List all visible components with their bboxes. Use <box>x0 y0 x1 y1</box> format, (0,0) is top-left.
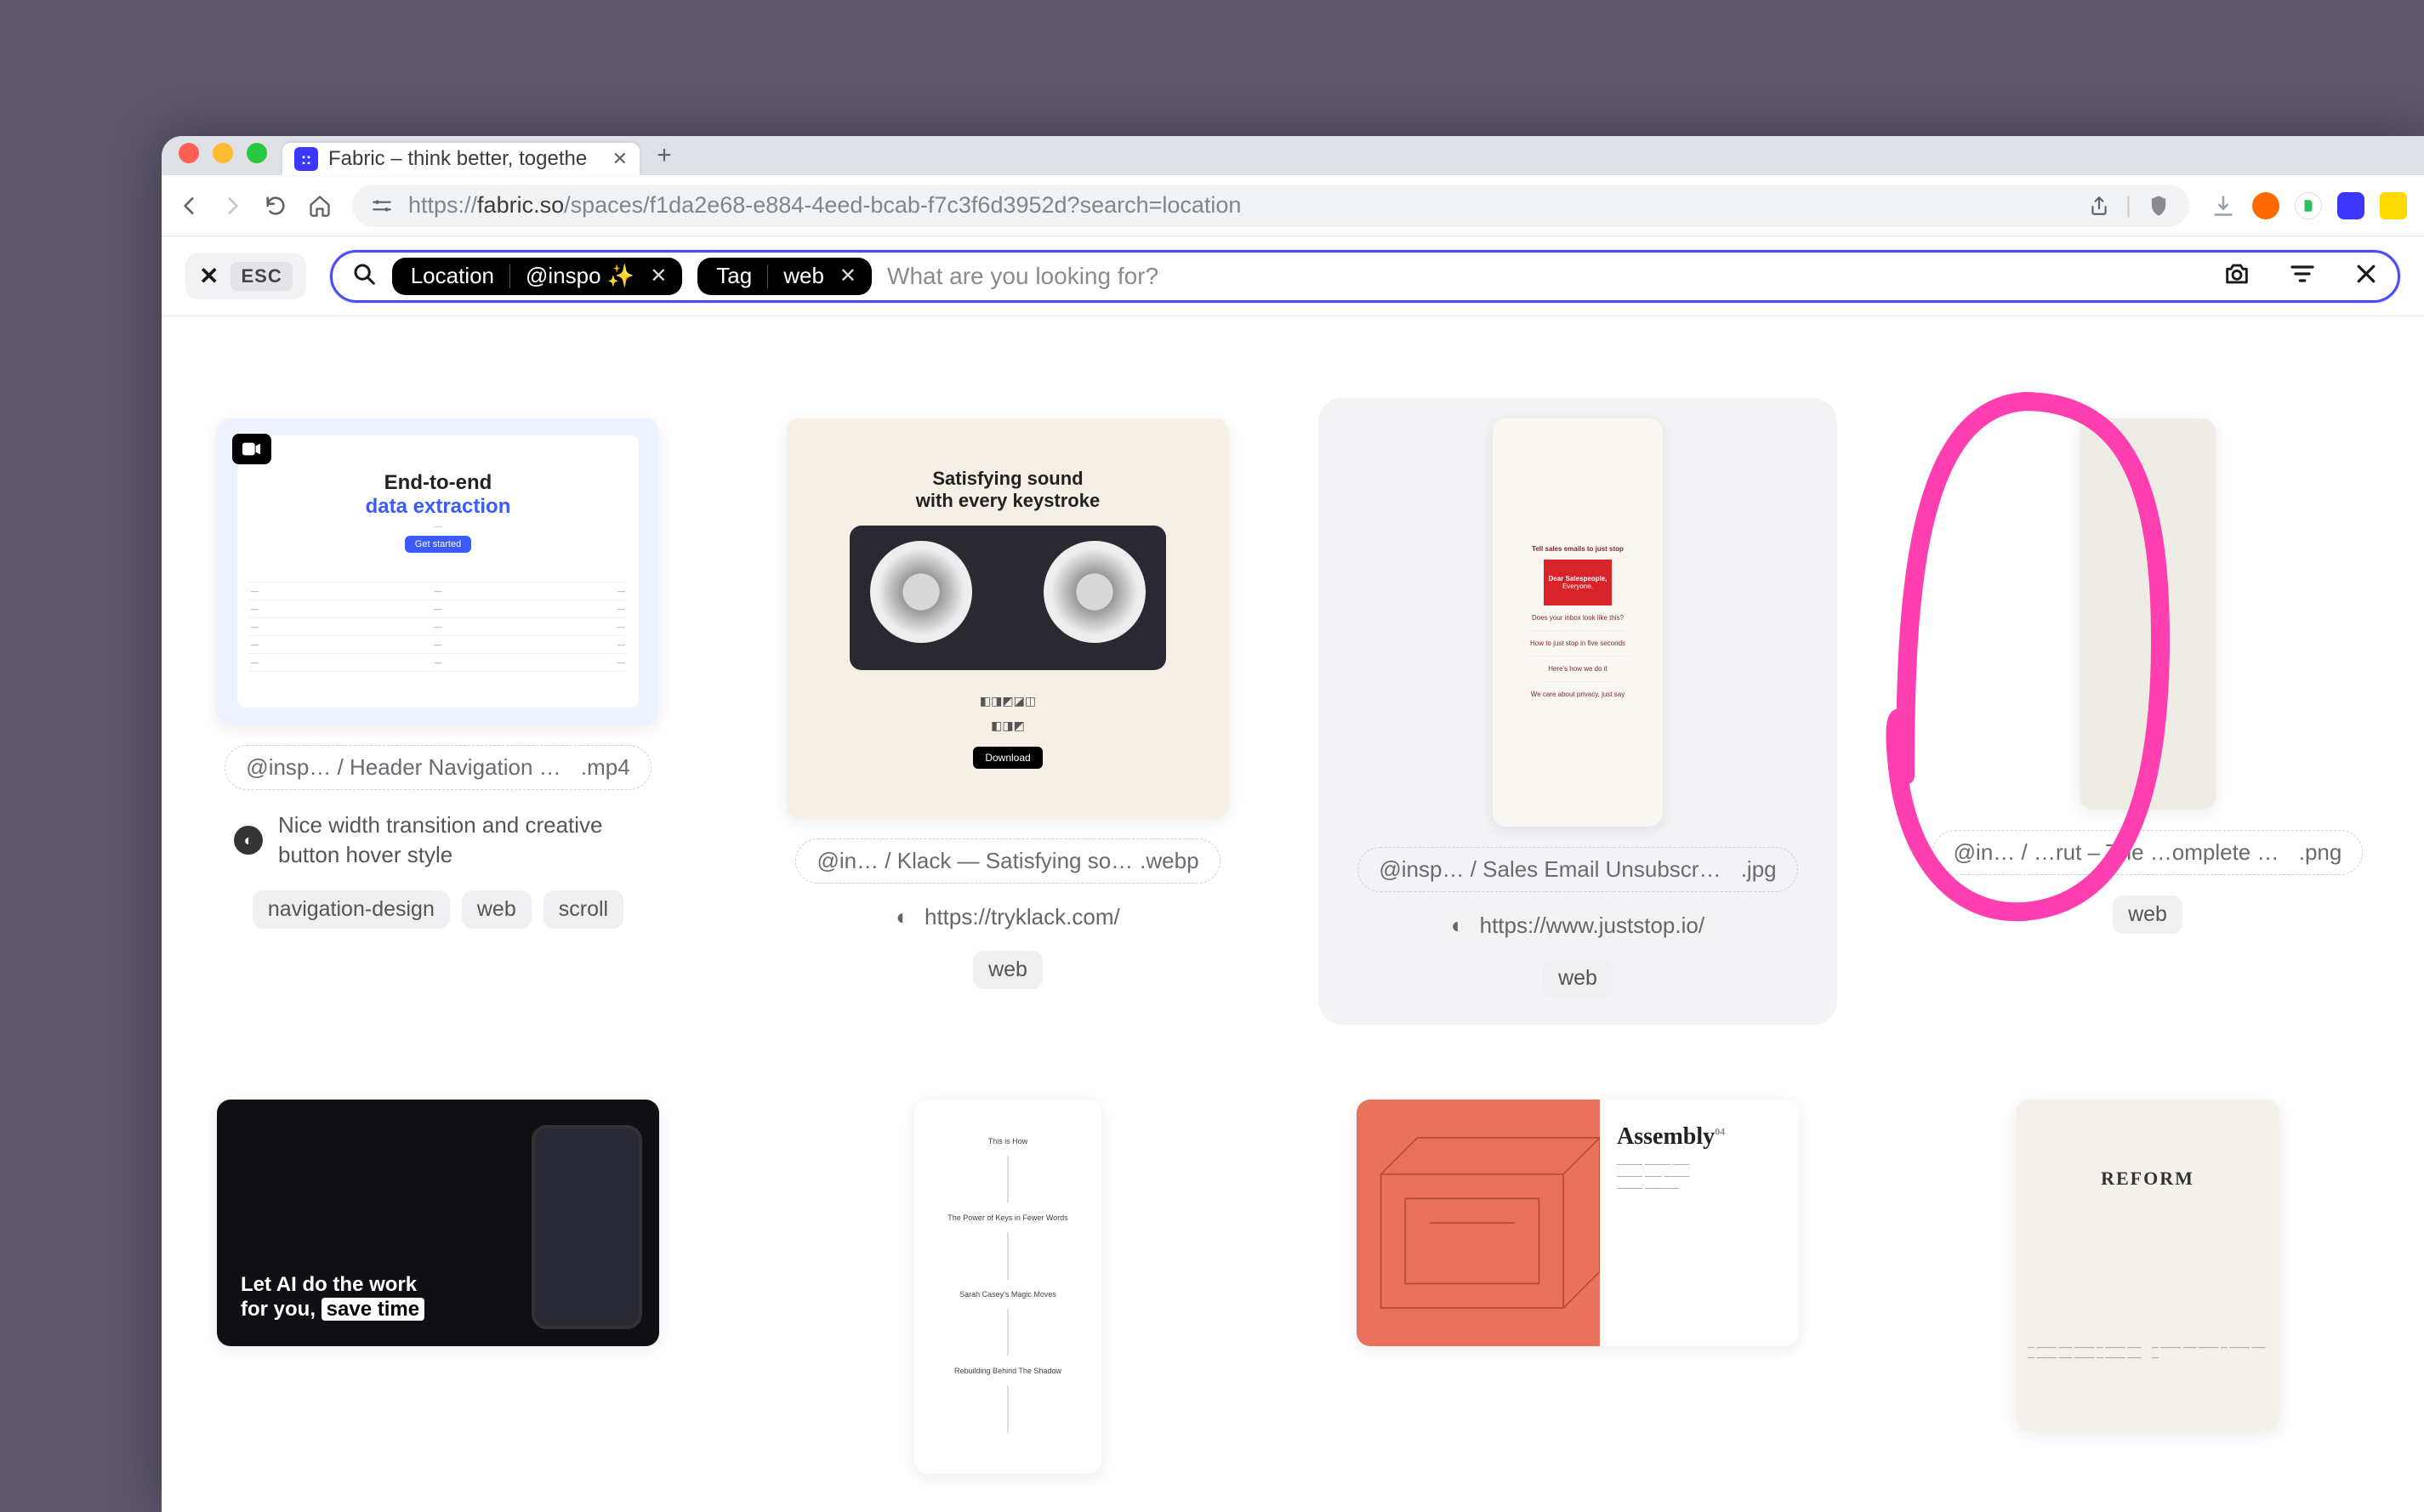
forward-button[interactable] <box>221 195 243 217</box>
close-icon: ✕ <box>199 262 219 290</box>
results-grid: End-to-end data extraction — Get started… <box>162 316 2424 1508</box>
result-card[interactable]: This is How The Power of Keys in Fewer W… <box>782 1100 1233 1474</box>
url-text: https://fabric.so/spaces/f1da2e68-e884-4… <box>408 192 2073 219</box>
tab-favicon: :: <box>294 147 318 171</box>
tag-chip[interactable]: web <box>462 890 532 929</box>
new-tab-button[interactable]: + <box>648 139 680 172</box>
chip-value: @inspo ✨ <box>522 263 638 289</box>
avatar: ◐ <box>234 826 263 855</box>
result-breadcrumb: @in… / …rut – The …omplete … .png <box>1932 830 2364 875</box>
tab-title: Fabric – think better, togethe <box>328 147 602 171</box>
filter-chip-tag[interactable]: Tag web ✕ <box>697 258 872 295</box>
close-window-button[interactable] <box>179 143 199 163</box>
tag-chip[interactable]: web <box>1543 959 1613 998</box>
result-thumbnail <box>2080 418 2216 810</box>
tag-chip[interactable]: web <box>2113 895 2182 934</box>
result-link[interactable]: ◐ https://tryklack.com/ <box>896 904 1119 930</box>
result-tags: web <box>2113 895 2182 934</box>
result-card[interactable]: Assembly04 ——— ——— ————— —— —————— ———— <box>1352 1100 1803 1474</box>
result-thumbnail: End-to-end data extraction — Get started… <box>217 418 659 725</box>
extensions-row <box>2210 192 2407 219</box>
result-thumbnail: This is How The Power of Keys in Fewer W… <box>914 1100 1101 1474</box>
result-tags: web <box>1543 959 1613 998</box>
result-tags: navigation-design web scroll <box>253 890 623 929</box>
brave-shield-icon[interactable] <box>2147 194 2171 218</box>
avatar: ◐ <box>896 904 909 930</box>
result-card[interactable]: Let AI do the workfor you, save time <box>213 1100 663 1474</box>
search-icon <box>351 261 377 291</box>
browser-toolbar: https://fabric.so/spaces/f1da2e68-e884-4… <box>162 175 2424 236</box>
browser-window: :: Fabric – think better, togethe ✕ + ht… <box>162 136 2424 1512</box>
share-icon[interactable] <box>2088 195 2110 217</box>
result-card-selected[interactable]: Tell sales emails to just stop Dear Sale… <box>1352 418 1803 998</box>
esc-key-label: ESC <box>230 262 292 291</box>
avatar: ◐ <box>1451 912 1465 939</box>
tag-chip[interactable]: web <box>973 951 1043 989</box>
home-button[interactable] <box>308 194 332 218</box>
result-card[interactable]: @in… / …rut – The …omplete … .png web <box>1922 418 2373 998</box>
browser-tab-active[interactable]: :: Fabric – think better, togethe ✕ <box>282 143 640 175</box>
close-search-button[interactable]: ✕ ESC <box>185 253 306 299</box>
result-thumbnail: REFORM — ——— —— ——— — ——— —— — ——— —— ——… <box>2016 1100 2279 1431</box>
address-bar[interactable]: https://fabric.so/spaces/f1da2e68-e884-4… <box>352 185 2189 227</box>
window-controls <box>175 136 274 175</box>
tag-chip[interactable]: scroll <box>543 890 623 929</box>
result-thumbnail: Satisfying soundwith every keystroke ◧◨◩… <box>787 418 1229 818</box>
result-link[interactable]: ◐ https://www.juststop.io/ <box>1451 912 1704 939</box>
video-badge-icon <box>232 434 271 464</box>
filter-chip-location[interactable]: Location @inspo ✨ ✕ <box>392 258 683 295</box>
search-bar: ✕ ESC Location @inspo ✨ ✕ Tag web ✕ <box>162 236 2424 316</box>
result-thumbnail: Assembly04 ——— ——— ————— —— —————— ———— <box>1357 1100 1799 1346</box>
site-settings-icon[interactable] <box>371 195 393 217</box>
extension-evernote-icon[interactable] <box>2295 192 2322 219</box>
back-button[interactable] <box>179 195 201 217</box>
chip-remove-icon[interactable]: ✕ <box>650 264 667 288</box>
result-breadcrumb: @insp… / Header Navigation … .mp4 <box>225 745 651 790</box>
minimize-window-button[interactable] <box>213 143 233 163</box>
result-description: ◐ Nice width transition and creative but… <box>234 810 642 870</box>
filter-icon[interactable] <box>2289 260 2316 292</box>
tab-strip: :: Fabric – think better, togethe ✕ + <box>162 136 2424 175</box>
chip-remove-icon[interactable]: ✕ <box>839 264 856 288</box>
search-input[interactable] <box>887 263 2199 290</box>
tag-chip[interactable]: navigation-design <box>253 890 450 929</box>
result-breadcrumb: @in… / Klack — Satisfying so….webp <box>795 838 1220 884</box>
result-tags: web <box>973 951 1043 989</box>
result-thumbnail: Let AI do the workfor you, save time <box>217 1100 659 1346</box>
maximize-window-button[interactable] <box>247 143 267 163</box>
camera-search-icon[interactable] <box>2222 259 2251 293</box>
result-card[interactable]: REFORM — ——— —— ——— — ——— —— — ——— —— ——… <box>1922 1100 2373 1474</box>
extension-yellow-icon[interactable] <box>2380 192 2407 219</box>
reload-button[interactable] <box>264 194 287 218</box>
result-card[interactable]: Satisfying soundwith every keystroke ◧◨◩… <box>782 418 1233 998</box>
search-box[interactable]: Location @inspo ✨ ✕ Tag web ✕ <box>330 250 2400 303</box>
chip-key: Location <box>407 263 498 289</box>
result-card[interactable]: End-to-end data extraction — Get started… <box>213 418 663 998</box>
clear-search-icon[interactable] <box>2353 261 2379 291</box>
extension-fabric-icon[interactable] <box>2337 192 2364 219</box>
result-breadcrumb: @insp… / Sales Email Unsubscr… .jpg <box>1357 847 1797 892</box>
chip-key: Tag <box>713 263 755 289</box>
extension-orange-icon[interactable] <box>2252 192 2279 219</box>
extension-download-icon[interactable] <box>2210 192 2237 219</box>
chip-value: web <box>780 263 828 289</box>
tab-close-icon[interactable]: ✕ <box>612 148 628 170</box>
result-thumbnail: Tell sales emails to just stop Dear Sale… <box>1493 418 1663 827</box>
